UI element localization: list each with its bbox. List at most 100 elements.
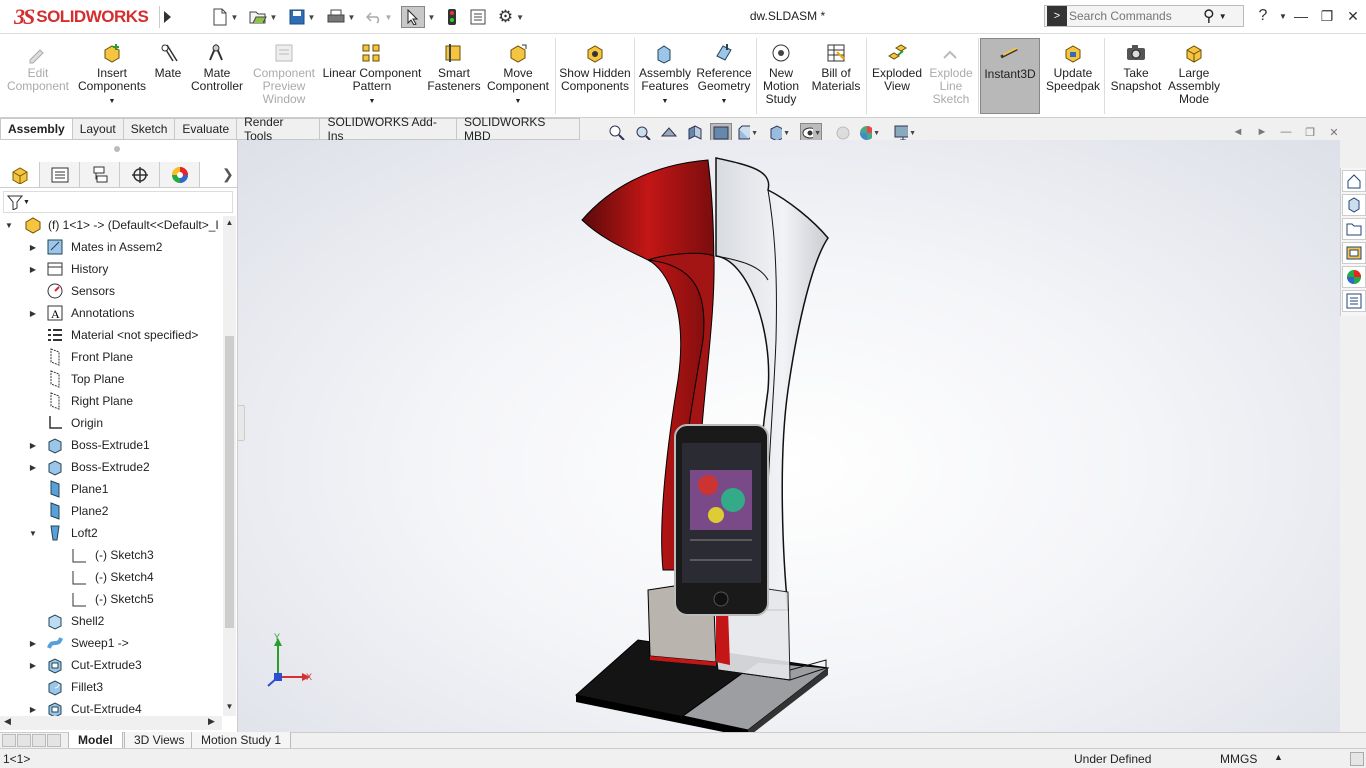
task-pane-view-palette-button[interactable] bbox=[1342, 242, 1366, 264]
menu-expand-arrow-icon[interactable] bbox=[159, 6, 175, 28]
scroll-up-arrow-icon[interactable]: ▲ bbox=[223, 218, 236, 227]
feature-manager-tab[interactable] bbox=[0, 162, 40, 187]
linear-component-pattern-button[interactable]: Linear Component Pattern ▼ bbox=[320, 38, 424, 114]
move-component-dropdown-icon[interactable]: ▼ bbox=[515, 95, 522, 108]
search-input[interactable] bbox=[1069, 9, 1199, 23]
expand-arrow-icon[interactable]: ▶ bbox=[28, 463, 38, 472]
tab-solidworks-mbd[interactable]: SOLIDWORKS MBD bbox=[457, 115, 581, 143]
undo-button[interactable]: ▼ bbox=[362, 6, 396, 28]
expand-arrow-icon[interactable]: ▶ bbox=[28, 441, 38, 450]
panel-grip-icon[interactable] bbox=[114, 146, 120, 152]
minimize-button[interactable]: — bbox=[1290, 6, 1312, 26]
tree-item[interactable]: Plane2 bbox=[0, 500, 222, 522]
tree-item[interactable]: ▶ Boss-Extrude1 bbox=[0, 434, 222, 456]
property-manager-tab[interactable] bbox=[40, 162, 80, 187]
task-pane-file-explorer-button[interactable] bbox=[1342, 218, 1366, 240]
restore-button[interactable]: ❐ bbox=[1316, 6, 1338, 26]
search-commands-box[interactable]: > ⚲ ▼ bbox=[1044, 5, 1244, 27]
tree-item[interactable]: ▼ (f) 1<1> -> (Default<<Default>_I bbox=[0, 214, 222, 236]
tab-solidworks-add-ins[interactable]: SOLIDWORKS Add-Ins bbox=[320, 115, 458, 143]
tree-item[interactable]: Plane1 bbox=[0, 478, 222, 500]
graphics-area[interactable]: Y X bbox=[238, 140, 1340, 732]
move-component-button[interactable]: Move Component ▼ bbox=[484, 38, 552, 114]
help-button[interactable]: ? bbox=[1252, 6, 1274, 26]
tree-item[interactable]: Front Plane bbox=[0, 346, 222, 368]
scroll-thumb[interactable] bbox=[225, 336, 234, 628]
tree-item[interactable]: Material <not specified> bbox=[0, 324, 222, 346]
units-up-arrow-icon[interactable]: ▲ bbox=[1274, 752, 1283, 762]
tab-last-icon[interactable] bbox=[47, 734, 61, 747]
bottom-tab-model[interactable]: Model bbox=[68, 732, 123, 749]
tree-item[interactable]: ▶ Sweep1 -> bbox=[0, 632, 222, 654]
tree-item[interactable]: (-) Sketch5 bbox=[0, 588, 222, 610]
tree-item[interactable]: Top Plane bbox=[0, 368, 222, 390]
tab-layout[interactable]: Layout bbox=[72, 118, 124, 140]
bottom-tab-3d-views[interactable]: 3D Views bbox=[124, 732, 195, 749]
expand-arrow-icon[interactable]: ▶ bbox=[28, 639, 38, 648]
new-motion-study-button[interactable]: New Motion Study bbox=[758, 38, 804, 114]
tab-sketch[interactable]: Sketch bbox=[123, 118, 176, 140]
tree-filter[interactable]: ▼ bbox=[3, 191, 233, 213]
reference-geometry-dropdown-icon[interactable]: ▼ bbox=[721, 95, 728, 108]
task-pane-home-button[interactable] bbox=[1342, 170, 1366, 192]
expand-arrow-icon[interactable]: ▶ bbox=[28, 309, 38, 318]
edit-component-button[interactable]: Edit Component bbox=[4, 38, 72, 114]
take-snapshot-button[interactable]: Take Snapshot bbox=[1108, 38, 1164, 114]
tree-item[interactable]: Sensors bbox=[0, 280, 222, 302]
tree-item[interactable]: ▶ Mates in Assem2 bbox=[0, 236, 222, 258]
smart-fasteners-button[interactable]: Smart Fasteners bbox=[425, 38, 483, 114]
scroll-right-arrow-icon[interactable]: ▶ bbox=[208, 716, 215, 727]
tree-item[interactable]: Shell2 bbox=[0, 610, 222, 632]
phone-stand-model[interactable] bbox=[574, 157, 830, 732]
tree-item[interactable]: Right Plane bbox=[0, 390, 222, 412]
tab-next-icon[interactable] bbox=[32, 734, 46, 747]
reference-geometry-button[interactable]: Reference Geometry ▼ bbox=[693, 38, 755, 114]
viewport-minimize-icon[interactable]: — bbox=[1278, 125, 1294, 139]
task-pane-custom-properties-button[interactable] bbox=[1342, 290, 1366, 312]
solidworks-logo[interactable]: 3S SOLIDWORKS bbox=[14, 4, 149, 30]
tab-first-icon[interactable] bbox=[2, 734, 16, 747]
mate-controller-button[interactable]: Mate Controller bbox=[188, 38, 246, 114]
bottom-tab-motion-study-1[interactable]: Motion Study 1 bbox=[191, 732, 292, 749]
tree-item[interactable]: (-) Sketch3 bbox=[0, 544, 222, 566]
assembly-features-button[interactable]: Assembly Features ▼ bbox=[637, 38, 693, 114]
units-selector[interactable]: MMGS bbox=[1220, 752, 1257, 766]
new-document-button[interactable]: ▼ bbox=[208, 6, 242, 28]
tab-assembly[interactable]: Assembly bbox=[0, 118, 73, 140]
dimxpert-manager-tab[interactable] bbox=[120, 162, 160, 187]
component-preview-window-button[interactable]: Component Preview Window bbox=[248, 38, 320, 114]
configuration-manager-tab[interactable] bbox=[80, 162, 120, 187]
tree-item[interactable]: ▶ History bbox=[0, 258, 222, 280]
scroll-left-arrow-icon[interactable]: ◀ bbox=[4, 716, 11, 727]
save-button[interactable]: ▼ bbox=[285, 6, 319, 28]
search-dropdown-icon[interactable]: ▼ bbox=[1219, 12, 1227, 21]
viewport-close-icon[interactable]: ✕ bbox=[1326, 125, 1342, 139]
tree-item[interactable]: (-) Sketch4 bbox=[0, 566, 222, 588]
expand-arrow-icon[interactable]: ▶ bbox=[28, 265, 38, 274]
viewport-restore-icon[interactable]: ❐ bbox=[1302, 125, 1318, 139]
tree-vertical-scrollbar[interactable]: ▲ ▼ bbox=[223, 216, 236, 716]
linear-component-pattern-dropdown-icon[interactable]: ▼ bbox=[369, 95, 376, 108]
insert-components-button[interactable]: Insert Components ▼ bbox=[78, 38, 146, 114]
assembly-features-dropdown-icon[interactable]: ▼ bbox=[662, 95, 669, 108]
mate-button[interactable]: Mate bbox=[150, 38, 186, 114]
tree-item[interactable]: Fillet3 bbox=[0, 676, 222, 698]
update-speedpak-button[interactable]: Update Speedpak bbox=[1044, 38, 1102, 114]
expand-arrow-icon[interactable]: ▶ bbox=[28, 705, 38, 714]
scroll-down-arrow-icon[interactable]: ▼ bbox=[223, 702, 236, 711]
viewport-tile-left-icon[interactable]: ◄ bbox=[1230, 125, 1246, 139]
search-magnifier-icon[interactable]: ⚲ bbox=[1203, 6, 1215, 26]
panel-splitter-handle[interactable] bbox=[237, 405, 245, 441]
tree-item[interactable]: Origin bbox=[0, 412, 222, 434]
display-manager-tab[interactable] bbox=[160, 162, 200, 187]
tab-evaluate[interactable]: Evaluate bbox=[175, 118, 238, 140]
open-document-button[interactable]: ▼ bbox=[246, 6, 280, 28]
expand-arrow-icon[interactable]: ▶ bbox=[28, 243, 38, 252]
collapse-arrow-icon[interactable]: ▼ bbox=[4, 221, 14, 230]
tree-item[interactable]: ▶ Cut-Extrude4 bbox=[0, 698, 222, 716]
instant3d-button[interactable]: Instant3D bbox=[980, 38, 1040, 114]
large-assembly-mode-button[interactable]: Large Assembly Mode bbox=[1166, 38, 1222, 114]
options-button[interactable]: ⚙ ▼ bbox=[494, 6, 528, 28]
tab-prev-icon[interactable] bbox=[17, 734, 31, 747]
collapse-arrow-icon[interactable]: ▼ bbox=[28, 529, 38, 538]
